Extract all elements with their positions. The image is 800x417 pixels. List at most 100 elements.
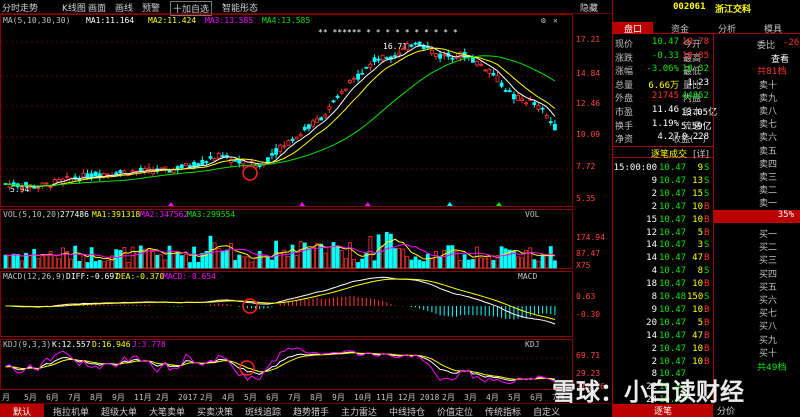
bottom-tab-tractor[interactable]: 拖拉机单 [50, 404, 92, 417]
candle-body [405, 43, 410, 51]
volume-bar [528, 247, 533, 269]
volume-bar [323, 252, 328, 269]
price-tick-0: 17.21 [576, 35, 600, 44]
candle-body [450, 57, 455, 60]
time-axis-label: 11月 [376, 393, 394, 402]
bottom-tab-radar[interactable]: 主力雷达 [338, 404, 380, 417]
tick-volume: 15 [692, 188, 703, 199]
bottom-tab-value[interactable]: 价值定位 [434, 404, 476, 417]
tick-time: 9 [651, 175, 657, 186]
tick-volume: 150 [687, 292, 704, 302]
tool-kline[interactable]: K线图 [62, 1, 86, 14]
volume-bar [466, 259, 471, 269]
volume-bar [52, 254, 57, 269]
candle-body [372, 57, 377, 63]
tick-time: 9 [651, 304, 657, 315]
highlight-circle-price [242, 165, 258, 181]
candle-body [413, 42, 418, 45]
signal-marker-icon [446, 202, 453, 206]
kdj-tick-0: 69.71 [576, 351, 600, 360]
volume-bar [540, 255, 545, 269]
volume-bar [28, 254, 33, 269]
buy-level-6: 买六 [759, 296, 778, 306]
tick-time: 8 [651, 292, 657, 302]
tool-alert[interactable]: 预警 [142, 1, 160, 14]
volume-bar [175, 252, 180, 269]
candle-body [524, 102, 529, 105]
buy-total: 共49档 [757, 363, 787, 373]
macd-tag: MACD [518, 272, 537, 281]
candle-body [458, 51, 463, 59]
quote-label: 涨幅 [615, 67, 634, 78]
candle-body [536, 105, 541, 110]
candle-body [548, 121, 553, 124]
candle-body [331, 100, 336, 103]
kline-chart-area[interactable]: MA(5,10,30,30) MA1:11.164 MA2:11.424 MA3… [0, 14, 612, 403]
tool-timeshare[interactable]: 分时走势 [2, 1, 38, 14]
volume-bar [343, 258, 348, 269]
tick-volume: 10 [692, 304, 703, 315]
tick-price: 10.47 [659, 227, 687, 238]
volume-bar [553, 260, 557, 269]
tab-model[interactable]: 模具 [753, 22, 793, 35]
volume-bar [520, 257, 524, 269]
tick-time: 18 [646, 279, 657, 290]
volume-bar [413, 256, 418, 269]
volume-bar [249, 261, 254, 269]
kdj-j: J:3.778 [132, 340, 166, 349]
quote-value: 6.66万 [648, 80, 679, 91]
bottom-tab-trend[interactable]: 趋势猎手 [290, 404, 332, 417]
candle-body [241, 160, 246, 165]
candle-body [512, 94, 516, 100]
candle-body [532, 102, 537, 106]
price-panel-settings-icon: ⚙ [541, 16, 546, 25]
tick-volume: 10 [692, 356, 703, 367]
tool-view[interactable]: 画面 [88, 1, 106, 14]
ma4-label: MA4:13.585 [262, 16, 310, 25]
tab-capital[interactable]: 资金 [660, 22, 700, 35]
bottom-tab-trace[interactable]: 斑线追踪 [242, 404, 284, 417]
order-ratio-value: -26 [783, 38, 800, 48]
tool-smart-pattern[interactable]: 智能彤态 [222, 1, 258, 14]
kdj-k: K:12.557 [52, 340, 91, 349]
time-axis-label: 6月 [266, 393, 279, 402]
volume-bar [257, 250, 262, 269]
volume-bar [241, 256, 246, 269]
candle-body [368, 63, 373, 68]
quote-label: 市盈 [615, 108, 634, 118]
buy-level-1: 买一 [759, 230, 778, 240]
volume-bar [479, 257, 484, 269]
sell-level-7: 卖七 [759, 120, 778, 131]
time-axis-label: 2018 [420, 393, 439, 402]
quote-value: 10.78 [681, 37, 709, 47]
quote-value: 0.228 [681, 132, 709, 143]
bottom-tab-classic[interactable]: 传统指标 [482, 404, 524, 417]
time-axis-label: 5月 [24, 393, 37, 402]
bottom-tab-default[interactable]: 默认 [0, 404, 44, 417]
tick-time: 15:00:00 [613, 163, 657, 173]
candle-body [183, 162, 188, 167]
bottom-tab-midterm[interactable]: 中线持仓 [386, 404, 428, 417]
volume-bar [73, 245, 78, 269]
volume-bar [536, 260, 541, 269]
tick-price: 10.47 [659, 343, 687, 354]
volume-bar [265, 257, 270, 269]
bottom-tab-superlarge[interactable]: 超级大单 [98, 404, 140, 417]
candle-body [360, 72, 365, 75]
tab-orderbook[interactable]: 盘口 [613, 22, 653, 35]
watermark: 雪球：小白读财经 [552, 378, 744, 406]
time-axis-label: 4月 [222, 393, 235, 402]
kdj-d: D:16.946 [92, 340, 131, 349]
hide-button[interactable]: 隐藏 [580, 1, 598, 14]
tick-price: 10.48 [659, 292, 687, 302]
ticks-detail-link[interactable]: [详] [693, 147, 709, 160]
quote-value: 10.85 [681, 50, 709, 61]
sell-level-4: 卖四 [759, 159, 778, 170]
bottom-tab-decision[interactable]: 买卖决策 [194, 404, 236, 417]
macd-label: MACD(12,26,9) [3, 272, 66, 281]
tool-draw[interactable]: 画线 [115, 1, 133, 14]
tick-price: 10.47 [659, 279, 687, 290]
tick-volume: 13 [692, 175, 703, 186]
bottom-tab-bigsell[interactable]: 大笔卖单 [146, 404, 188, 417]
volume-bar [442, 249, 447, 269]
